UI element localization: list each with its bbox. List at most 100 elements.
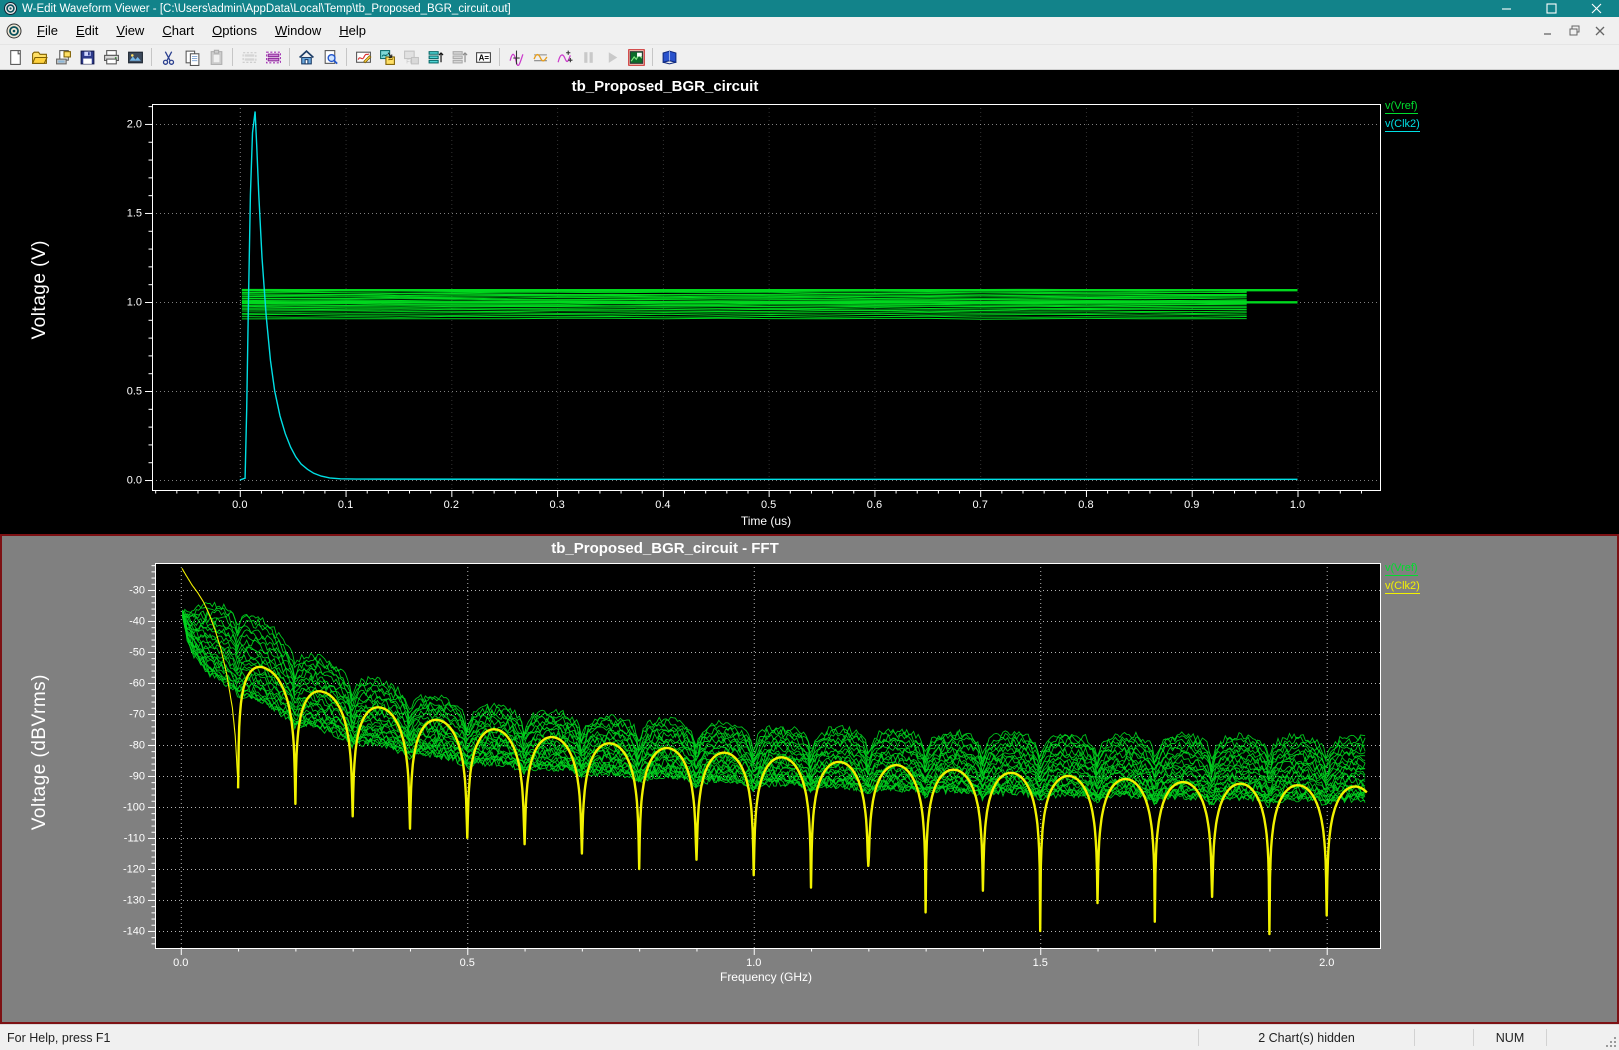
toolbar-separator — [232, 48, 233, 66]
toolbar-separator — [346, 48, 347, 66]
flat-wave-button[interactable] — [528, 46, 552, 68]
maximize-button[interactable] — [1529, 0, 1574, 17]
menu-chart[interactable]: Chart — [153, 19, 203, 42]
home-view-button[interactable] — [294, 46, 318, 68]
svg-text:-90: -90 — [129, 770, 145, 782]
legend-time: v(Vref) v(Clk2) — [1385, 100, 1420, 136]
export-image-icon — [127, 49, 144, 66]
charts-area: tb_Proposed_BGR_circuit Voltage (V) 0.00… — [0, 70, 1619, 1024]
new-button[interactable] — [3, 46, 27, 68]
chart-strip-settings-icon — [265, 49, 282, 66]
svg-text:-80: -80 — [129, 739, 145, 751]
paste-icon — [208, 49, 225, 66]
legend-item-vclk2[interactable]: v(Clk2) — [1385, 118, 1420, 132]
toolbar-separator — [652, 48, 653, 66]
legend-item-vclk2[interactable]: v(Clk2) — [1385, 580, 1420, 594]
copy-button[interactable] — [180, 46, 204, 68]
legend-item-vvref[interactable]: v(Vref) — [1385, 100, 1418, 114]
svg-text:-130: -130 — [123, 894, 145, 906]
resize-grip[interactable] — [1599, 1025, 1619, 1050]
fft-plot[interactable]: 0.00.51.01.52.0-30-40-50-60-70-80-90-100… — [0, 534, 1619, 1024]
copy-icon — [184, 49, 201, 66]
menu-help[interactable]: Help — [330, 19, 375, 42]
point-wave-button[interactable] — [552, 46, 576, 68]
close-button[interactable] — [1574, 0, 1619, 17]
svg-text:0.5: 0.5 — [761, 499, 776, 511]
x-axis-label-fft: Frequency (GHz) — [152, 970, 1380, 984]
print-icon — [103, 49, 120, 66]
collapse-traces-icon — [451, 49, 468, 66]
svg-text:-140: -140 — [123, 925, 145, 937]
mdi-restore-button[interactable] — [1561, 21, 1587, 41]
svg-text:0.9: 0.9 — [1184, 499, 1199, 511]
chart-options-button[interactable] — [351, 46, 375, 68]
pause-sim-button — [576, 46, 600, 68]
menu-edit[interactable]: Edit — [67, 19, 107, 42]
svg-text:1.0: 1.0 — [746, 957, 761, 969]
svg-text:0.6: 0.6 — [867, 499, 882, 511]
svg-text:0.4: 0.4 — [655, 499, 670, 511]
app-logo-icon — [4, 2, 17, 15]
svg-text:1.5: 1.5 — [127, 207, 142, 219]
export-image-button[interactable] — [123, 46, 147, 68]
fft-chart-button: FFT — [399, 46, 423, 68]
home-view-icon — [298, 49, 315, 66]
save-button[interactable] — [75, 46, 99, 68]
mdi-controls — [1535, 21, 1613, 41]
chart-strip-settings-button[interactable] — [261, 46, 285, 68]
svg-text:1.0: 1.0 — [127, 296, 142, 308]
cut-button[interactable] — [156, 46, 180, 68]
toolbar-separator — [499, 48, 500, 66]
menu-file[interactable]: File — [28, 19, 67, 42]
paste-button — [204, 46, 228, 68]
minimize-button[interactable] — [1484, 0, 1529, 17]
status-empty-1 — [1415, 1025, 1473, 1050]
expand-traces-button[interactable] — [423, 46, 447, 68]
svg-text:0.0: 0.0 — [232, 499, 247, 511]
svg-text:1.5: 1.5 — [1033, 957, 1048, 969]
chart-panel-fft[interactable]: tb_Proposed_BGR_circuit - FFT Voltage (d… — [0, 534, 1619, 1024]
menu-view[interactable]: View — [107, 19, 153, 42]
svg-text:-110: -110 — [124, 832, 145, 844]
svg-text:-40: -40 — [129, 615, 145, 627]
flat-wave-icon — [532, 49, 549, 66]
chart-panel-time: tb_Proposed_BGR_circuit Voltage (V) 0.00… — [0, 70, 1619, 534]
svg-text:0.7: 0.7 — [973, 499, 988, 511]
svg-text:0.0: 0.0 — [127, 475, 142, 487]
time-plot[interactable]: 0.00.10.20.30.40.50.60.70.80.91.00.00.51… — [0, 70, 1619, 534]
cursor-wave-icon — [508, 49, 525, 66]
menu-window[interactable]: Window — [266, 19, 330, 42]
save-icon — [79, 49, 96, 66]
toolbar: FFT A= — [0, 45, 1619, 70]
save-setup-button[interactable] — [51, 46, 75, 68]
copy-chart-button[interactable] — [375, 46, 399, 68]
collapse-traces-button — [447, 46, 471, 68]
pause-sim-icon — [580, 49, 597, 66]
chart-options-icon — [355, 49, 372, 66]
status-num-lock: NUM — [1474, 1025, 1546, 1050]
toolbar-separator — [151, 48, 152, 66]
copy-chart-icon — [379, 49, 396, 66]
mdi-minimize-button[interactable] — [1535, 21, 1561, 41]
open-button[interactable] — [27, 46, 51, 68]
add-label-button[interactable]: A= — [471, 46, 495, 68]
menu-options[interactable]: Options — [203, 19, 266, 42]
cursor-wave-button[interactable] — [504, 46, 528, 68]
active-chart-button[interactable] — [624, 46, 648, 68]
zoom-page-button[interactable] — [318, 46, 342, 68]
legend-item-vvref[interactable]: v(Vref) — [1385, 562, 1418, 576]
save-setup-icon — [55, 49, 72, 66]
svg-text:-50: -50 — [129, 646, 145, 658]
legend-fft: v(Vref) v(Clk2) — [1385, 562, 1420, 598]
svg-text:1.0: 1.0 — [1290, 499, 1305, 511]
zoom-page-icon — [322, 49, 339, 66]
chart-strip-icon — [241, 49, 258, 66]
print-button[interactable] — [99, 46, 123, 68]
svg-text:2.0: 2.0 — [1319, 957, 1334, 969]
svg-text:-30: -30 — [129, 584, 145, 596]
svg-text:0.5: 0.5 — [127, 386, 142, 398]
mdi-close-button[interactable] — [1587, 21, 1613, 41]
svg-text:0.8: 0.8 — [1078, 499, 1093, 511]
help-book-button[interactable] — [657, 46, 681, 68]
svg-text:0.0: 0.0 — [173, 957, 188, 969]
